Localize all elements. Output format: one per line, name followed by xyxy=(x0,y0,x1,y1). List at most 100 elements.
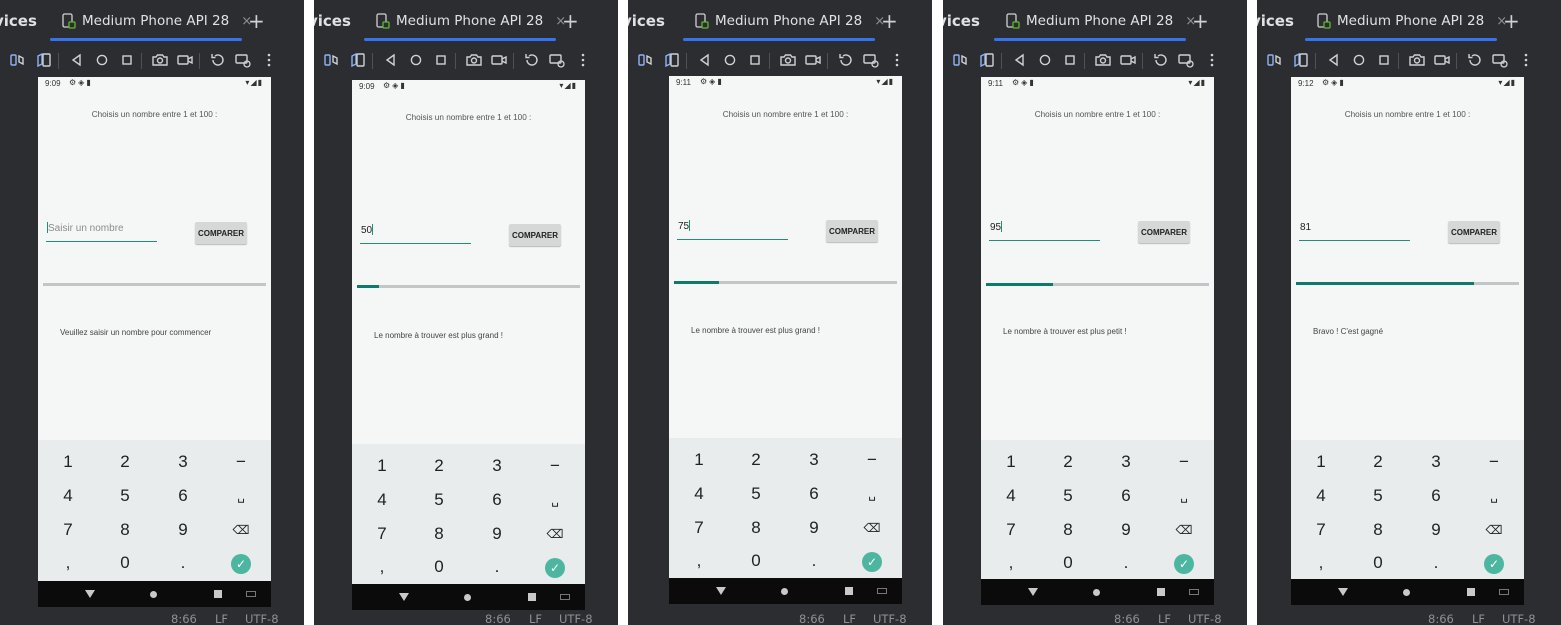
key-5[interactable]: 5 xyxy=(738,484,774,504)
key-space[interactable]: ␣ xyxy=(1166,486,1202,506)
back-icon[interactable] xyxy=(696,51,714,69)
screenshot-icon[interactable] xyxy=(1408,51,1426,69)
screen-record-icon[interactable] xyxy=(804,51,822,69)
phone-screen[interactable]: 9:11 ⚙◈▮ ▾◢▮ Choisis un nombre entre 1 et 1… xyxy=(981,77,1214,605)
device-tab[interactable]: Medium Phone API 28 × xyxy=(376,8,566,34)
key-1[interactable]: 1 xyxy=(1303,452,1339,472)
fold-icon[interactable] xyxy=(637,51,655,69)
add-tab-icon[interactable]: + xyxy=(562,8,579,34)
key-period[interactable]: . xyxy=(1108,553,1144,573)
rotate-icon[interactable] xyxy=(209,51,227,69)
nav-home-icon[interactable] xyxy=(1093,589,1100,596)
file-encoding[interactable]: UTF-8 xyxy=(873,612,907,625)
key-6[interactable]: 6 xyxy=(1418,486,1454,506)
unfold-icon[interactable] xyxy=(35,51,53,69)
key-3[interactable]: 3 xyxy=(1108,452,1144,472)
key-2[interactable]: 2 xyxy=(107,452,143,472)
back-icon[interactable] xyxy=(1011,51,1029,69)
key-4[interactable]: 4 xyxy=(993,486,1029,506)
nav-back-icon[interactable] xyxy=(399,593,409,601)
key-comma[interactable]: , xyxy=(993,553,1029,573)
keyboard-switch-icon[interactable] xyxy=(1499,589,1509,595)
key-9[interactable]: 9 xyxy=(1418,520,1454,540)
key-space[interactable]: ␣ xyxy=(854,484,890,504)
key-comma[interactable]: , xyxy=(50,553,86,573)
nav-recents-icon[interactable] xyxy=(528,593,536,601)
overview-icon[interactable] xyxy=(432,51,450,69)
key-9[interactable]: 9 xyxy=(1108,520,1144,540)
key-1[interactable]: 1 xyxy=(364,456,400,476)
nav-back-icon[interactable] xyxy=(85,590,95,598)
key-0[interactable]: 0 xyxy=(738,551,774,571)
fold-icon[interactable] xyxy=(323,51,341,69)
snapshot-icon[interactable] xyxy=(1491,51,1509,69)
key-backspace[interactable]: ⌫ xyxy=(223,520,259,540)
rotate-icon[interactable] xyxy=(1466,51,1484,69)
add-tab-icon[interactable]: + xyxy=(1192,8,1209,34)
number-input[interactable]: 75 xyxy=(677,220,788,240)
key-7[interactable]: 7 xyxy=(1303,520,1339,540)
device-tab[interactable]: Medium Phone API 28 × xyxy=(62,8,252,34)
key-done[interactable]: ✓ xyxy=(1484,554,1504,574)
key-5[interactable]: 5 xyxy=(107,486,143,506)
phone-screen[interactable]: 9:09 ⚙◈▮ ▾◢▮ Choisis un nombre entre 1 et 1… xyxy=(38,77,271,607)
back-icon[interactable] xyxy=(1325,51,1343,69)
unfold-icon[interactable] xyxy=(1292,51,1310,69)
key-comma[interactable]: , xyxy=(1303,553,1339,573)
more-icon[interactable] xyxy=(260,51,278,69)
key-backspace[interactable]: ⌫ xyxy=(1476,520,1512,540)
nav-back-icon[interactable] xyxy=(1338,588,1348,596)
caret-position[interactable]: 8:66 xyxy=(799,612,825,625)
key-3[interactable]: 3 xyxy=(796,450,832,470)
compare-button[interactable]: COMPARER xyxy=(826,220,878,242)
key-done[interactable]: ✓ xyxy=(231,554,251,574)
key-0[interactable]: 0 xyxy=(1050,553,1086,573)
snapshot-icon[interactable] xyxy=(234,51,252,69)
key-comma[interactable]: , xyxy=(364,557,400,577)
key-6[interactable]: 6 xyxy=(479,490,515,510)
file-encoding[interactable]: UTF-8 xyxy=(559,612,593,625)
key-0[interactable]: 0 xyxy=(107,553,143,573)
key-0[interactable]: 0 xyxy=(1360,553,1396,573)
key-0[interactable]: 0 xyxy=(421,557,457,577)
add-tab-icon[interactable]: + xyxy=(248,8,265,34)
number-input[interactable]: Saisir un nombre xyxy=(46,222,157,242)
keyboard-switch-icon[interactable] xyxy=(560,594,570,600)
key-minus[interactable]: − xyxy=(854,450,890,470)
key-space[interactable]: ␣ xyxy=(223,486,259,506)
nav-recents-icon[interactable] xyxy=(214,590,222,598)
number-input[interactable]: 95 xyxy=(989,221,1100,241)
more-icon[interactable] xyxy=(888,51,906,69)
rotate-icon[interactable] xyxy=(523,51,541,69)
more-icon[interactable] xyxy=(574,51,592,69)
home-icon[interactable] xyxy=(721,51,739,69)
key-9[interactable]: 9 xyxy=(165,520,201,540)
key-4[interactable]: 4 xyxy=(50,486,86,506)
file-encoding[interactable]: UTF-8 xyxy=(1502,612,1536,625)
key-8[interactable]: 8 xyxy=(1050,520,1086,540)
add-tab-icon[interactable]: + xyxy=(1503,8,1520,34)
screen-record-icon[interactable] xyxy=(490,51,508,69)
line-separator[interactable]: LF xyxy=(1472,612,1485,625)
screenshot-icon[interactable] xyxy=(1094,51,1112,69)
key-2[interactable]: 2 xyxy=(738,450,774,470)
compare-button[interactable]: COMPARER xyxy=(509,224,561,246)
nav-home-icon[interactable] xyxy=(781,588,788,595)
key-8[interactable]: 8 xyxy=(421,524,457,544)
key-6[interactable]: 6 xyxy=(796,484,832,504)
snapshot-icon[interactable] xyxy=(1177,51,1195,69)
key-done[interactable]: ✓ xyxy=(1174,554,1194,574)
key-minus[interactable]: − xyxy=(1166,452,1202,472)
keyboard-switch-icon[interactable] xyxy=(1189,589,1199,595)
screen-record-icon[interactable] xyxy=(176,51,194,69)
key-period[interactable]: . xyxy=(479,557,515,577)
nav-back-icon[interactable] xyxy=(716,587,726,595)
home-icon[interactable] xyxy=(407,51,425,69)
more-icon[interactable] xyxy=(1517,51,1535,69)
line-separator[interactable]: LF xyxy=(843,612,856,625)
more-icon[interactable] xyxy=(1203,51,1221,69)
nav-home-icon[interactable] xyxy=(464,594,471,601)
caret-position[interactable]: 8:66 xyxy=(1114,612,1140,625)
home-icon[interactable] xyxy=(1036,51,1054,69)
overview-icon[interactable] xyxy=(1375,51,1393,69)
